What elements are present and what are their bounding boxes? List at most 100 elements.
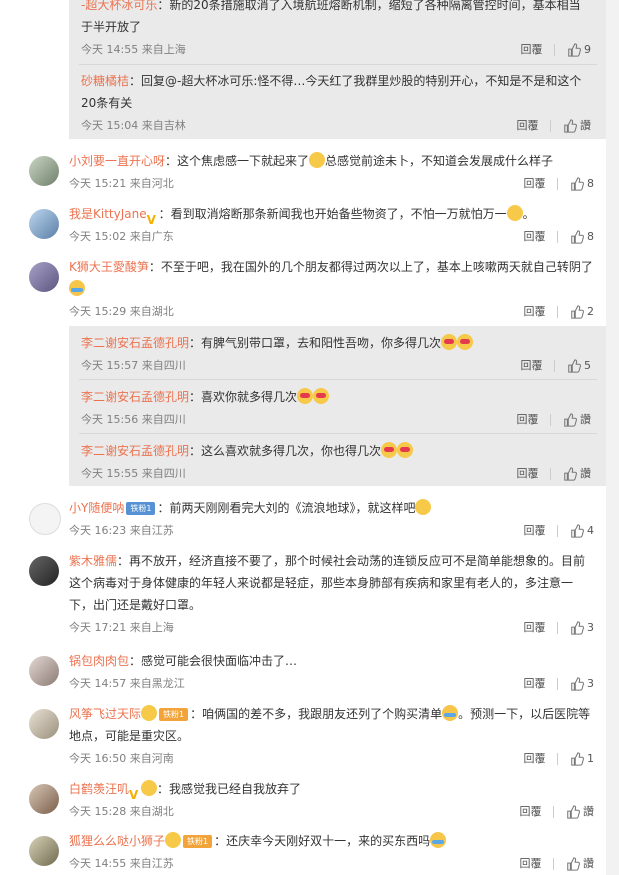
reply-item: 李二谢安石孟德孔明：喜欢你就多得几次 今天 15:56 来自四川 回覆 讚 [69, 380, 609, 432]
reply-button[interactable]: 回覆 [521, 40, 543, 60]
comment-item: 小刘要一直开心呀：这个焦虑感一下就起来了 总感觉前途未卜，不知道会发展成什么样子 … [19, 150, 606, 200]
comment-username[interactable]: 小刘要一直开心呀 [69, 154, 165, 168]
like-count: 9 [584, 43, 591, 56]
like-icon[interactable] [563, 413, 577, 427]
like-icon[interactable] [570, 305, 584, 319]
like-icon[interactable] [570, 524, 584, 538]
avatar[interactable] [29, 784, 59, 814]
comment-time: 今天 15:02 来自广东 [69, 230, 174, 243]
comment-time: 今天 14:57 来自黑龙江 [69, 677, 185, 690]
reply-button[interactable]: 回覆 [524, 174, 546, 194]
like-count: 讚 [580, 467, 591, 480]
comment-username[interactable]: 风筝飞过天际 [69, 707, 141, 721]
reply-item: 李二谢安石孟德孔明：这么喜欢就多得几次，你也得几次 今天 15:55 来自四川 … [69, 434, 609, 486]
emoji-icon [381, 442, 398, 458]
like-icon[interactable] [566, 857, 580, 871]
reply-button[interactable]: 回覆 [521, 356, 543, 376]
emoji-icon [397, 442, 414, 458]
like-icon[interactable] [563, 467, 577, 481]
page-edge [606, 0, 619, 875]
avatar[interactable] [29, 709, 59, 739]
emoji-icon [506, 205, 523, 221]
comment-username[interactable]: 白鹤羡汪叽 [69, 782, 129, 796]
comment-username[interactable]: 小Y随便呐 [69, 501, 124, 515]
reply-text: ：回复@-超大杯冰可乐:怪不得…今天红了我群里炒股的特别开心，不知是不是和这个2… [81, 74, 582, 110]
avatar[interactable] [29, 262, 59, 292]
comment-time: 今天 14:55 来自江苏 [69, 857, 174, 870]
emoji-icon [415, 499, 432, 515]
like-icon[interactable] [563, 119, 577, 133]
reply-button[interactable]: 回覆 [520, 802, 542, 822]
like-count: 3 [587, 677, 594, 690]
comment-username[interactable]: K狮大王愛酸笋 [69, 260, 149, 274]
like-count: 讚 [580, 119, 591, 132]
reply-button[interactable]: 回覆 [524, 674, 546, 694]
avatar[interactable] [29, 656, 59, 686]
reply-button[interactable]: 回覆 [517, 464, 539, 484]
emoji-icon [141, 780, 158, 796]
comment-username[interactable]: 锅包肉肉包 [69, 654, 129, 668]
reply-username[interactable]: -超大杯冰可乐 [81, 0, 157, 12]
comment-text: ：这个焦虑感一下就起来了 [165, 154, 310, 168]
emoji-icon [442, 705, 459, 721]
like-icon[interactable] [570, 230, 584, 244]
like-icon[interactable] [566, 805, 580, 819]
avatar[interactable] [29, 556, 59, 586]
vip-icon: V [129, 787, 139, 802]
reply-username[interactable]: 李二谢安石孟德孔明 [81, 336, 189, 350]
like-icon[interactable] [567, 43, 581, 57]
emoji-icon [457, 334, 474, 350]
avatar[interactable] [29, 836, 59, 866]
reply-button[interactable]: 回覆 [517, 116, 539, 136]
comment-username[interactable]: 紫木雅儒 [69, 554, 117, 568]
reply-button[interactable]: 回覆 [524, 618, 546, 638]
vip-icon: V [146, 212, 156, 227]
like-count: 2 [587, 305, 594, 318]
reply-item: -超大杯冰可乐：新的20条措施取消了入境航班熔断机制，缩短了各种隔离管控时间，基… [69, 0, 609, 64]
fan-badge: 铁粉1 [159, 708, 189, 721]
like-count: 讚 [583, 857, 594, 870]
reply-time: 今天 15:57 来自四川 [81, 359, 186, 372]
reply-button[interactable]: 回覆 [524, 521, 546, 541]
reply-time: 今天 15:55 来自四川 [81, 467, 186, 480]
like-count: 4 [587, 524, 594, 537]
avatar[interactable] [29, 503, 61, 535]
comment-time: 今天 16:23 来自江苏 [69, 524, 174, 537]
reply-username[interactable]: 李二谢安石孟德孔明 [81, 444, 189, 458]
like-icon[interactable] [570, 677, 584, 691]
reply-button[interactable]: 回覆 [520, 854, 542, 874]
reply-button[interactable]: 回覆 [517, 410, 539, 430]
avatar[interactable] [29, 156, 59, 186]
reply-username[interactable]: 李二谢安石孟德孔明 [81, 390, 189, 404]
fan-badge: 铁粉1 [183, 835, 213, 848]
reply-box: 李二谢安石孟德孔明：有脾气别带口罩，去和阳性吾吻，你多得几次 今天 15:57 … [69, 326, 609, 486]
reply-button[interactable]: 回覆 [524, 227, 546, 247]
comment-text: ：不至于吧，我在国外的几个朋友都得过两次以上了，基本上咳嗽两天就自己转阴了 [148, 260, 593, 274]
avatar[interactable] [29, 209, 59, 239]
reply-username[interactable]: 砂糖橘桔 [81, 74, 129, 88]
emoji-icon [441, 334, 458, 350]
reply-text: ：喜欢你就多得几次 [189, 390, 298, 404]
like-icon[interactable] [570, 752, 584, 766]
like-icon[interactable] [570, 621, 584, 635]
comment-item: 风筝飞过天际 铁粉1 ：咱俩国的差不多，我跟朋友还列了个购买清单 。预测一下，以后医院… [19, 703, 606, 773]
emoji-icon [69, 280, 85, 296]
reply-time: 今天 15:56 来自四川 [81, 413, 186, 426]
reply-item: 李二谢安石孟德孔明：有脾气别带口罩，去和阳性吾吻，你多得几次 今天 15:57 … [69, 326, 609, 378]
comment-time: 今天 16:50 来自河南 [69, 752, 174, 765]
reply-button[interactable]: 回覆 [524, 302, 546, 322]
comment-item: 锅包肉肉包：感觉可能会很快面临冲击了… 今天 14:57 来自黑龙江 回覆 3 [19, 650, 606, 700]
fan-badge: 铁粉1 [126, 502, 156, 515]
comment-text: ：再不放开，经济直接不要了，那个时候社会动荡的连锁反应可不是简单能想象的。目前这… [69, 554, 586, 612]
comment-text: ：感觉可能会很快面临冲击了… [129, 654, 298, 668]
comment-username[interactable]: 我是KittyJane [69, 207, 147, 221]
like-icon[interactable] [570, 177, 584, 191]
comment-username[interactable]: 狐狸么么哒小狮子 [69, 834, 165, 848]
reply-time: 今天 14:55 来自上海 [81, 43, 186, 56]
reply-button[interactable]: 回覆 [524, 749, 546, 769]
like-icon[interactable] [567, 359, 581, 373]
like-count: 讚 [583, 805, 594, 818]
comment-time: 今天 17:21 来自上海 [69, 621, 174, 634]
like-count: 讚 [580, 413, 591, 426]
like-count: 3 [587, 621, 594, 634]
